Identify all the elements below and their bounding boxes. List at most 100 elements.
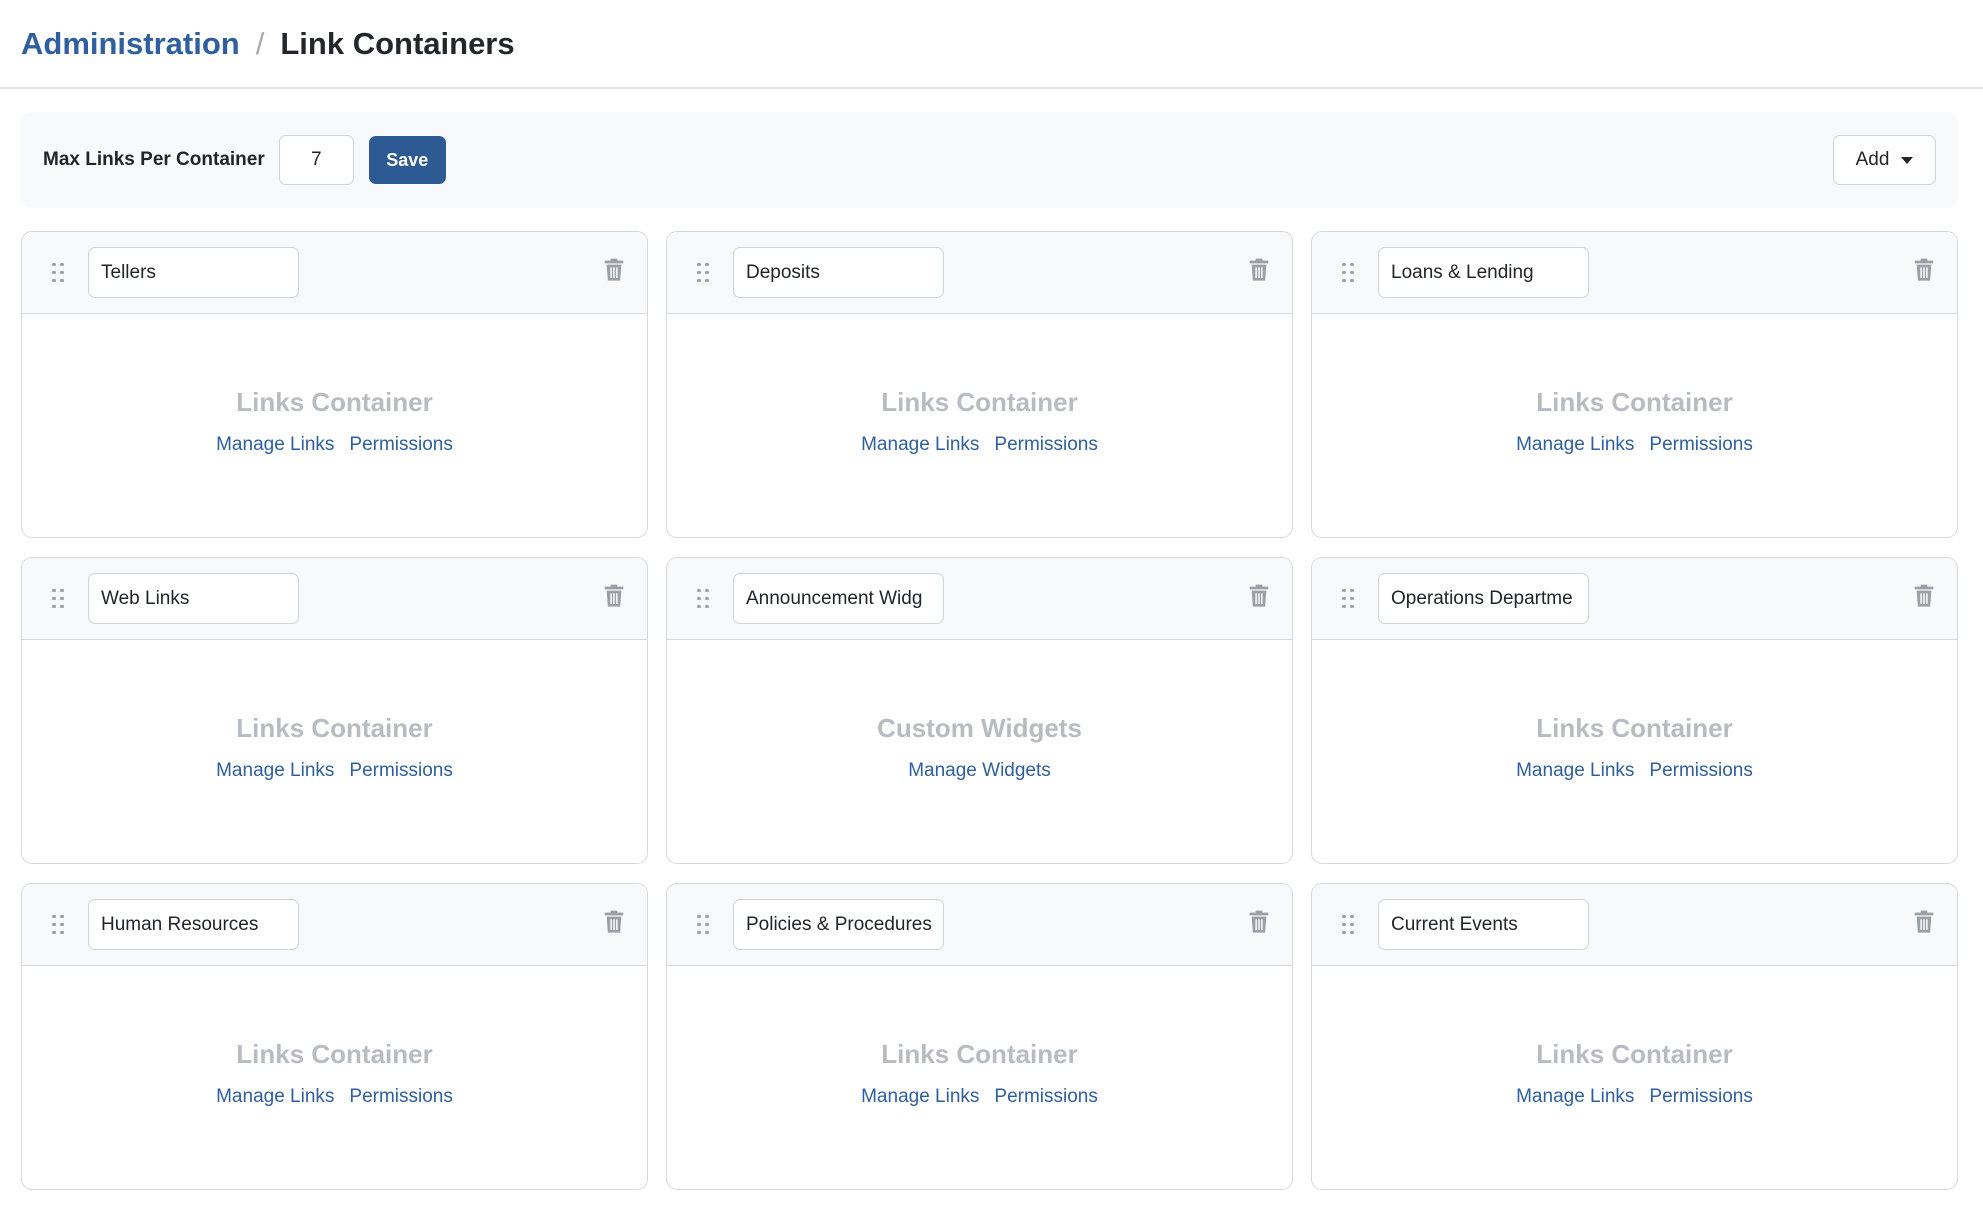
trash-icon[interactable] [603,258,625,282]
container-name-input[interactable] [88,247,299,298]
trash-icon[interactable] [1913,584,1935,608]
container-card-header [1312,884,1957,966]
container-card-body: Links Container Manage Links Permissions [22,640,647,863]
container-type-label: Links Container [881,1039,1078,1069]
manage-links-link[interactable]: Manage Links [216,434,334,456]
container-card-body: Links Container Manage Links Permissions [1312,314,1957,537]
manage-links-link[interactable]: Manage Links [216,1086,334,1108]
container-card-header [667,558,1292,640]
drag-handle-icon[interactable] [697,588,709,609]
container-type-label: Links Container [1536,387,1733,417]
container-card: Links Container Manage Links Permissions [21,557,648,864]
container-name-input[interactable] [88,899,299,950]
breadcrumb: Administration / Link Containers [21,26,515,62]
page-title: Link Containers [280,25,515,61]
container-name-input[interactable] [1378,247,1589,298]
add-button-label: Add [1855,149,1890,170]
page-header: Administration / Link Containers [0,0,1983,89]
container-card: Links Container Manage Links Permissions [666,883,1293,1190]
trash-icon[interactable] [603,584,625,608]
max-links-input[interactable] [278,135,354,185]
container-actions: Manage Links Permissions [1516,434,1753,456]
add-dropdown-button[interactable]: Add [1833,135,1936,185]
container-name-input[interactable] [733,899,944,950]
container-name-input[interactable] [733,573,944,624]
permissions-link[interactable]: Permissions [1649,1086,1752,1108]
container-card-body: Links Container Manage Links Permissions [22,966,647,1189]
manage-links-link[interactable]: Manage Links [861,1086,979,1108]
container-name-input[interactable] [733,247,944,298]
container-card: Links Container Manage Links Permissions [1311,231,1958,538]
permissions-link[interactable]: Permissions [349,434,452,456]
container-type-label: Links Container [1536,713,1733,743]
container-card-body: Links Container Manage Links Permissions [1312,640,1957,863]
container-actions: Manage Links Permissions [216,760,453,782]
drag-handle-icon[interactable] [52,588,64,609]
permissions-link[interactable]: Permissions [994,434,1097,456]
permissions-link[interactable]: Permissions [1649,434,1752,456]
container-actions: Manage Links Permissions [1516,760,1753,782]
container-type-label: Custom Widgets [877,713,1082,743]
manage-links-link[interactable]: Manage Links [216,760,334,782]
container-card-body: Custom Widgets Manage Widgets [667,640,1292,863]
manage-links-link[interactable]: Manage Links [1516,434,1634,456]
trash-icon[interactable] [1248,584,1270,608]
container-actions: Manage Links Permissions [861,1086,1098,1108]
trash-icon[interactable] [1913,910,1935,934]
container-card-header [1312,232,1957,314]
settings-toolbar: Max Links Per Container Save Add [21,112,1958,208]
drag-handle-icon[interactable] [1342,262,1354,283]
drag-handle-icon[interactable] [52,262,64,283]
manage-links-link[interactable]: Manage Links [1516,760,1634,782]
drag-handle-icon[interactable] [697,262,709,283]
container-card: Links Container Manage Links Permissions [666,231,1293,538]
container-name-input[interactable] [1378,899,1589,950]
container-actions: Manage Links Permissions [216,1086,453,1108]
container-card-header [22,232,647,314]
container-card: Custom Widgets Manage Widgets [666,557,1293,864]
container-card: Links Container Manage Links Permissions [1311,883,1958,1190]
container-card-header [667,232,1292,314]
containers-grid: Links Container Manage Links Permissions… [21,231,1958,1190]
drag-handle-icon[interactable] [1342,588,1354,609]
drag-handle-icon[interactable] [697,914,709,935]
caret-down-icon [1901,156,1914,164]
container-card-header [1312,558,1957,640]
manage-links-link[interactable]: Manage Links [1516,1086,1634,1108]
container-actions: Manage Widgets [908,760,1051,782]
container-card: Links Container Manage Links Permissions [21,231,648,538]
container-card-header [667,884,1292,966]
container-card-body: Links Container Manage Links Permissions [22,314,647,537]
max-links-label: Max Links Per Container [43,149,265,170]
container-name-input[interactable] [1378,573,1589,624]
container-card: Links Container Manage Links Permissions [1311,557,1958,864]
save-button[interactable]: Save [368,136,446,184]
manage-widgets-link[interactable]: Manage Widgets [908,760,1051,782]
trash-icon[interactable] [1248,910,1270,934]
container-type-label: Links Container [236,1039,433,1069]
drag-handle-icon[interactable] [1342,914,1354,935]
container-card-body: Links Container Manage Links Permissions [667,314,1292,537]
trash-icon[interactable] [1913,258,1935,282]
container-name-input[interactable] [88,573,299,624]
container-actions: Manage Links Permissions [861,434,1098,456]
trash-icon[interactable] [1248,258,1270,282]
container-actions: Manage Links Permissions [216,434,453,456]
container-type-label: Links Container [881,387,1078,417]
container-card-body: Links Container Manage Links Permissions [667,966,1292,1189]
permissions-link[interactable]: Permissions [1649,760,1752,782]
manage-links-link[interactable]: Manage Links [861,434,979,456]
permissions-link[interactable]: Permissions [349,760,452,782]
container-card: Links Container Manage Links Permissions [21,883,648,1190]
container-type-label: Links Container [236,387,433,417]
container-type-label: Links Container [236,713,433,743]
permissions-link[interactable]: Permissions [349,1086,452,1108]
breadcrumb-administration-link[interactable]: Administration [21,26,240,62]
container-card-body: Links Container Manage Links Permissions [1312,966,1957,1189]
container-card-header [22,558,647,640]
container-actions: Manage Links Permissions [1516,1086,1753,1108]
breadcrumb-separator: / [255,25,265,61]
permissions-link[interactable]: Permissions [994,1086,1097,1108]
drag-handle-icon[interactable] [52,914,64,935]
trash-icon[interactable] [603,910,625,934]
